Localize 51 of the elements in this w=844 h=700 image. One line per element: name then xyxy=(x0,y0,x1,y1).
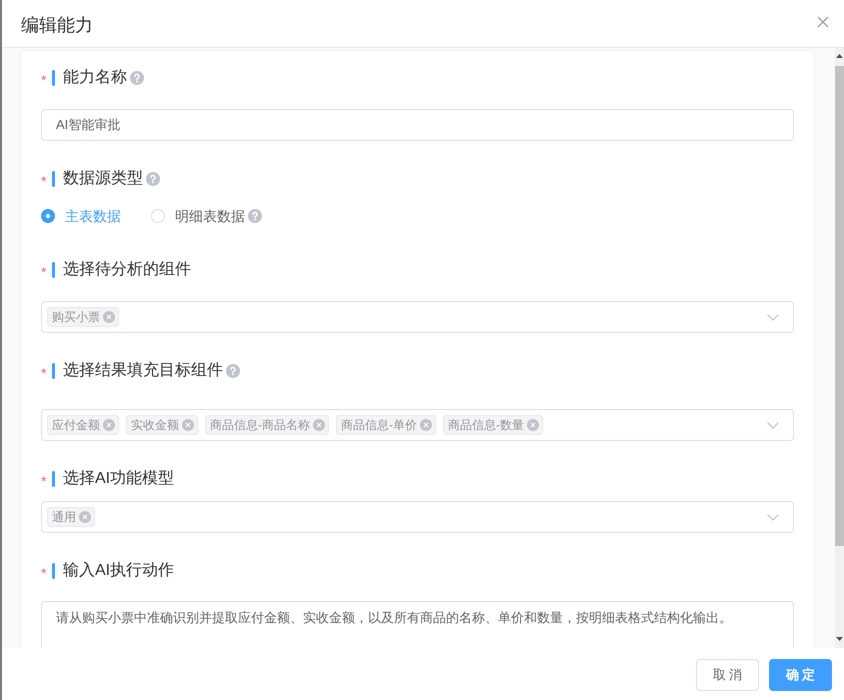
tag-close-icon xyxy=(313,419,325,431)
radio-label[interactable]: 主表数据 xyxy=(65,206,121,226)
required-mark: * xyxy=(41,172,48,188)
scroll-down-arrow-icon[interactable] xyxy=(836,637,843,641)
tag-close-icon xyxy=(527,419,539,431)
tag-text: 通用 xyxy=(52,509,76,526)
required-mark: * xyxy=(41,70,48,86)
field-label: 能力名称 xyxy=(63,68,127,88)
accent-bar-icon xyxy=(52,171,55,187)
tag-close-icon xyxy=(103,419,115,431)
tag-close-icon xyxy=(182,419,194,431)
field-label: 输入AI执行动作 xyxy=(63,560,174,581)
field-label: 选择结果填充目标组件 xyxy=(63,360,223,381)
accent-bar-icon xyxy=(52,70,55,86)
confirm-button[interactable]: 确定 xyxy=(769,659,832,691)
accent-bar-icon xyxy=(52,262,55,278)
select-field[interactable]: 购买小票 xyxy=(41,301,794,333)
accent-bar-icon xyxy=(52,363,55,379)
field-label: 选择待分析的组件 xyxy=(63,260,191,280)
text-input[interactable]: AI智能审批 xyxy=(41,109,794,141)
scrollbar-thumb[interactable] xyxy=(835,66,844,546)
text-area[interactable]: 请从购买小票中准确识别并提取应付金额、实收金额，以及所有商品的名称、单价和数量，按明细表格式结构化输出。 xyxy=(41,601,794,648)
tag-text: 商品信息-商品名称 xyxy=(210,417,310,434)
select-field[interactable]: 应付金额 实收金额 商品信息-商品名称 商品信息-单价 商品信息-数量 xyxy=(41,409,794,441)
select-field[interactable]: 通用 xyxy=(41,501,794,533)
tag-text: 应付金额 xyxy=(52,417,100,434)
dialog-title: 编辑能力 xyxy=(21,14,93,36)
tag-text: 购买小票 xyxy=(52,309,100,326)
radio-label[interactable]: 明细表数据 xyxy=(175,206,245,226)
tag-close-icon xyxy=(420,419,432,431)
accent-bar-icon xyxy=(52,563,55,579)
tag-text: 商品信息-数量 xyxy=(448,417,524,434)
close-button[interactable] xyxy=(817,16,829,28)
chevron-down-icon xyxy=(767,422,779,428)
required-mark: * xyxy=(41,564,48,580)
tag-text: 实收金额 xyxy=(131,417,179,434)
required-mark: * xyxy=(41,472,48,488)
field-label: 选择AI功能模型 xyxy=(63,468,174,489)
cancel-button[interactable]: 取消 xyxy=(696,659,759,691)
required-mark: * xyxy=(41,262,48,278)
field-label: 数据源类型 xyxy=(63,168,143,189)
tag-close-icon xyxy=(79,511,91,523)
chevron-down-icon xyxy=(767,314,779,320)
radio-button[interactable] xyxy=(41,209,55,223)
tag-text: 商品信息-单价 xyxy=(341,417,417,434)
scroll-up-arrow-icon[interactable] xyxy=(836,54,843,58)
accent-bar-icon xyxy=(52,471,55,487)
chevron-down-icon xyxy=(767,514,779,520)
required-mark: * xyxy=(41,364,48,380)
close-icon xyxy=(817,16,829,28)
tag-close-icon xyxy=(103,311,115,323)
